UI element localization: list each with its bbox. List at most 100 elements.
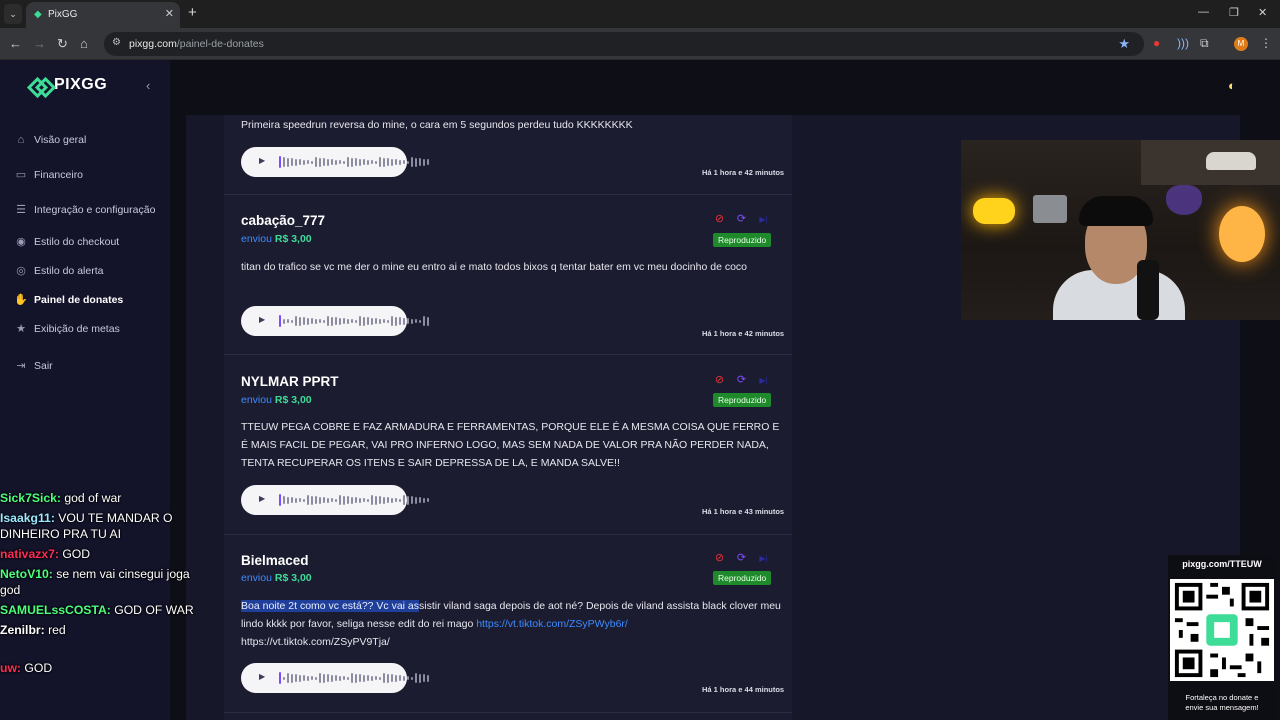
tab-list-button[interactable]: ⌄	[4, 4, 22, 24]
audio-player[interactable]: ▶	[241, 147, 429, 177]
waveform-bar	[287, 319, 289, 323]
forward-icon[interactable]: →	[33, 36, 46, 51]
extensions-puzzle-icon[interactable]: ⧉	[1200, 36, 1209, 51]
settings-icon: ☰	[16, 204, 26, 216]
audio-player[interactable]: ▶	[241, 663, 429, 693]
block-icon[interactable]: ⊘	[713, 374, 726, 387]
donate-message: TTEUW PEGA COBRE E FAZ ARMADURA E FERRAM…	[241, 421, 780, 469]
skip-icon[interactable]: ▶|	[757, 552, 770, 565]
bookmark-star-icon[interactable]: ★	[1118, 36, 1130, 52]
waveform-bar	[315, 676, 317, 680]
browser-tab[interactable]: ◆ PixGG ✕	[26, 2, 180, 28]
waveform-bar	[291, 319, 293, 323]
waveform-bar	[383, 673, 385, 683]
waveform-bar	[283, 157, 285, 167]
chat-username: Zenilbr:	[0, 623, 45, 637]
waveform-bar	[375, 495, 377, 505]
waveform-bar	[387, 673, 389, 683]
replay-icon[interactable]: ⟳	[735, 213, 748, 226]
audio-extension-icon[interactable]: )))	[1177, 36, 1189, 50]
audio-waveform[interactable]	[279, 494, 429, 506]
profile-avatar[interactable]: M	[1234, 37, 1248, 51]
waveform-bar	[335, 317, 337, 325]
donate-card: Primeira speedrun reversa do mine, o car…	[224, 115, 792, 195]
sidebar-item-painel-donates[interactable]: ✋ Painel de donates	[14, 293, 123, 307]
waveform-bar	[355, 673, 357, 683]
waveform-bar	[367, 498, 369, 502]
audio-waveform[interactable]	[279, 315, 429, 327]
status-badge: Reproduzido	[713, 393, 772, 407]
waveform-bar	[311, 160, 313, 164]
sidebar-item-financeiro[interactable]: ▭ Financeiro	[14, 168, 83, 182]
close-tab-icon[interactable]: ✕	[165, 7, 174, 20]
stream-chat-overlay: Sick7Sick: god of war Isaakg11: VOU TE M…	[0, 490, 195, 680]
close-window-icon[interactable]: ✕	[1258, 6, 1267, 19]
waveform-bar	[419, 497, 421, 503]
home-button-icon[interactable]: ⌂	[80, 36, 88, 51]
waveform-bar	[391, 316, 393, 326]
waveform-bar	[399, 498, 401, 502]
play-icon[interactable]: ▶	[259, 494, 265, 503]
waveform-bar	[347, 318, 349, 324]
play-icon[interactable]: ▶	[259, 156, 265, 165]
donate-message: Boa noite 2t como vc está?? Vc vai assis…	[241, 600, 781, 648]
replay-icon[interactable]: ⟳	[735, 552, 748, 565]
sidebar-item-exibicao-metas[interactable]: ★ Exibição de metas	[14, 322, 120, 336]
browser-menu-icon[interactable]: ⋮	[1260, 36, 1272, 50]
waveform-bar	[299, 674, 301, 682]
skip-icon[interactable]: ▶|	[757, 374, 770, 387]
restore-icon[interactable]: ❐	[1229, 6, 1239, 19]
pixgg-logo[interactable]: PIXGG	[28, 76, 107, 94]
donate-amount-line: enviou R$ 3,00	[241, 233, 312, 245]
waveform-bar	[427, 316, 429, 326]
replay-icon[interactable]: ⟳	[735, 374, 748, 387]
waveform-bar	[347, 496, 349, 504]
site-info-icon[interactable]: ⚙	[112, 37, 121, 48]
audio-waveform[interactable]	[279, 672, 429, 684]
audio-player[interactable]: ▶	[241, 306, 429, 336]
waveform-bar	[303, 317, 305, 325]
reload-icon[interactable]: ↻	[57, 36, 68, 52]
qr-caption: Fortaleça no donate e envie sua mensagem!	[1185, 693, 1259, 712]
waveform-bar	[363, 316, 365, 326]
waveform-bar	[427, 674, 429, 682]
waveform-bar	[419, 158, 421, 166]
waveform-bar	[419, 319, 421, 323]
donate-time: Há 1 hora e 42 minutos	[702, 329, 785, 338]
donate-icon: ✋	[14, 294, 28, 306]
audio-player[interactable]: ▶	[241, 485, 429, 515]
donor-name: NYLMAR PPRT	[241, 374, 339, 389]
back-icon[interactable]: ←	[9, 36, 22, 51]
donate-amount-line: enviou R$ 3,00	[241, 394, 312, 406]
skip-icon[interactable]: ▶|	[757, 213, 770, 226]
block-icon[interactable]: ⊘	[713, 213, 726, 226]
new-tab-icon[interactable]: +	[188, 4, 197, 21]
play-icon[interactable]: ▶	[259, 315, 265, 324]
chat-username: Sick7Sick:	[0, 491, 61, 505]
sidebar-item-visao-geral[interactable]: ⌂ Visão geral	[14, 133, 87, 147]
tiktok-link[interactable]: https://vt.tiktok.com/ZSyPWyb6r/	[476, 618, 628, 630]
status-badge: Reproduzido	[713, 571, 772, 585]
sidebar-item-sair[interactable]: ⇥ Sair	[14, 359, 52, 373]
collapse-sidebar-icon[interactable]: ‹	[146, 78, 150, 93]
sidebar-item-estilo-checkout[interactable]: ◉ Estilo do checkout	[14, 235, 119, 249]
block-icon[interactable]: ⊘	[713, 552, 726, 565]
sidebar-item-estilo-alerta[interactable]: ◎ Estilo do alerta	[14, 264, 103, 278]
audio-waveform[interactable]	[279, 156, 429, 168]
waveform-bar	[375, 160, 377, 164]
sidebar-item-integracao[interactable]: ☰ Integração e configuração	[14, 203, 155, 217]
waveform-bar	[395, 159, 397, 165]
extension-icon[interactable]: ●	[1153, 36, 1160, 50]
waveform-bar	[387, 319, 389, 323]
waveform-bar	[419, 673, 421, 683]
minimize-icon[interactable]: —	[1198, 6, 1209, 18]
address-bar[interactable]: ⚙ pixgg.com/painel-de-donates ★	[104, 32, 1144, 56]
donate-card: cabação_777 enviou R$ 3,00 ⊘ ⟳ ▶| Reprod…	[224, 195, 792, 355]
chat-line: Isaakg11: VOU TE MANDAR O DINHEIRO PRA T…	[0, 510, 195, 542]
chat-username: SAMUELssCOSTA:	[0, 603, 111, 617]
waveform-bar	[387, 158, 389, 166]
waveform-bar	[323, 497, 325, 503]
waveform-bar	[375, 318, 377, 324]
theme-toggle-icon[interactable]: ◐	[1228, 78, 1236, 93]
play-icon[interactable]: ▶	[259, 672, 265, 681]
